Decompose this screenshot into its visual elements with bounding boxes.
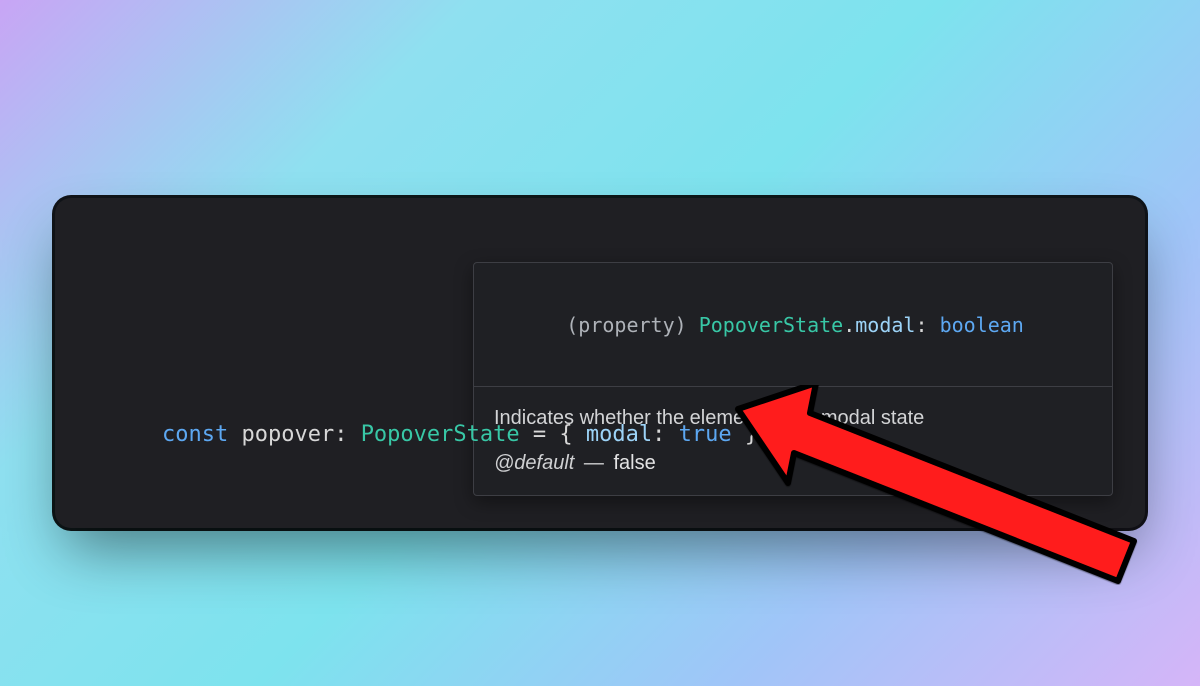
signature-dot: . bbox=[843, 313, 855, 337]
signature-owner-type: PopoverState bbox=[699, 313, 844, 337]
token-property-name: modal bbox=[586, 422, 652, 447]
signature-member: modal bbox=[855, 313, 915, 337]
token-prop-colon: : bbox=[652, 422, 679, 447]
hover-signature: (property) PopoverState.modal: boolean bbox=[474, 263, 1112, 387]
token-keyword-const: const bbox=[162, 422, 228, 447]
token-variable-name: popover bbox=[241, 422, 334, 447]
signature-colon: : bbox=[915, 313, 939, 337]
token-property-value: true bbox=[679, 422, 732, 447]
token-close-brace: } bbox=[732, 422, 759, 447]
signature-value-type: boolean bbox=[940, 313, 1024, 337]
signature-kind: (property) bbox=[566, 313, 698, 337]
code-editor-panel: (property) PopoverState.modal: boolean I… bbox=[55, 198, 1145, 528]
code-line[interactable]: const popover: PopoverState = { modal: t… bbox=[109, 390, 758, 482]
token-type-annotation: PopoverState bbox=[361, 422, 520, 447]
token-equals-open-brace: = { bbox=[520, 422, 586, 447]
